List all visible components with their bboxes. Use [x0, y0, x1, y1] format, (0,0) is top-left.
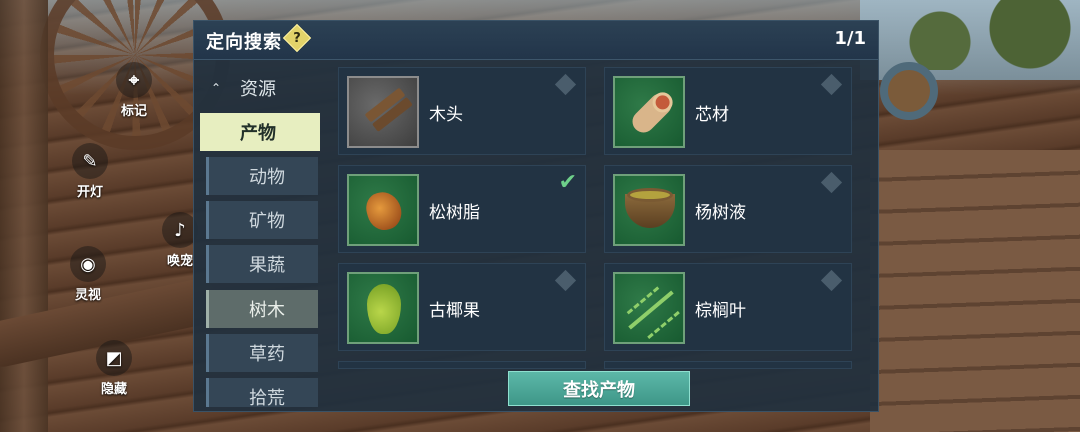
category-sidebar: ⌃ 资源 产物 动物 矿物 果蔬 树木 草药 拾荒 — [200, 65, 320, 407]
category-group-label: 资源 — [240, 79, 276, 100]
checkmark-icon: ✔ — [558, 170, 577, 195]
category-minerals[interactable]: 矿物 — [206, 201, 318, 239]
product-card-heartwood[interactable]: 芯材 — [604, 67, 852, 155]
product-card-partial — [604, 361, 852, 369]
question-icon: ? — [293, 30, 301, 46]
category-label: 动物 — [249, 167, 285, 188]
panel-title: 定向搜索 — [206, 32, 282, 53]
product-name: 木头 — [429, 105, 463, 125]
diamond-icon — [554, 269, 577, 292]
hide-icon: ◩ — [96, 340, 132, 376]
category-products[interactable]: 产物 — [200, 113, 320, 151]
directed-search-panel: 定向搜索 ? 1/1 ⌃ 资源 产物 动物 矿物 果蔬 树木 草药 拾荒 木头 … — [193, 20, 879, 412]
product-name: 芯材 — [695, 105, 729, 125]
product-name: 松树脂 — [429, 203, 480, 223]
wood-icon — [347, 76, 419, 148]
product-card-palm-leaf[interactable]: 棕榈叶 — [604, 263, 852, 351]
chevron-up-icon: ⌃ — [211, 81, 222, 95]
category-label: 草药 — [249, 344, 285, 365]
diamond-icon — [820, 73, 843, 96]
diamond-icon — [820, 269, 843, 292]
category-label: 产物 — [240, 123, 276, 144]
camera-icon: ◉ — [70, 246, 106, 282]
category-herbs[interactable]: 草药 — [206, 334, 318, 372]
poplar-sap-icon — [613, 174, 685, 246]
product-name: 棕榈叶 — [695, 301, 746, 321]
background-wheel-ornament — [880, 62, 938, 120]
product-card-pine-resin[interactable]: 松树脂 ✔ — [338, 165, 586, 253]
spirit-vision-button[interactable]: ◉ 灵视 — [70, 246, 106, 303]
map-pin-icon: ⌖ — [116, 62, 152, 98]
category-label: 果蔬 — [249, 255, 285, 276]
category-fruits-vegetables[interactable]: 果蔬 — [206, 245, 318, 283]
pine-resin-icon — [347, 174, 419, 246]
category-trees[interactable]: 树木 — [206, 290, 318, 328]
category-label: 矿物 — [249, 211, 285, 232]
background-pole — [0, 0, 48, 432]
light-button[interactable]: ✎ 开灯 — [72, 143, 108, 200]
light-label: 开灯 — [76, 185, 103, 200]
mark-button[interactable]: ⌖ 标记 — [116, 62, 152, 119]
product-card-wood[interactable]: 木头 — [338, 67, 586, 155]
hide-label: 隐藏 — [100, 382, 127, 397]
product-card-partial — [338, 361, 586, 369]
product-card-ancient-coconut[interactable]: 古椰果 — [338, 263, 586, 351]
call-pet-label: 唤宠 — [166, 254, 193, 269]
torch-icon: ✎ — [72, 143, 108, 179]
hide-ui-button[interactable]: ◩ 隐藏 — [96, 340, 132, 397]
background-trees — [880, 0, 1080, 70]
find-product-button[interactable]: 查找产物 — [508, 371, 690, 406]
category-scavenge[interactable]: 拾荒 — [206, 378, 318, 407]
product-name: 古椰果 — [429, 301, 480, 321]
product-card-poplar-sap[interactable]: 杨树液 — [604, 165, 852, 253]
category-label: 拾荒 — [249, 388, 285, 407]
panel-title-bar: 定向搜索 ? 1/1 — [194, 21, 878, 60]
category-group-resources[interactable]: ⌃ 资源 — [200, 69, 320, 107]
background-deck — [870, 150, 1080, 432]
heartwood-icon — [613, 76, 685, 148]
diamond-icon — [820, 171, 843, 194]
ancient-coconut-icon — [347, 272, 419, 344]
product-name: 杨树液 — [695, 203, 746, 223]
mark-label: 标记 — [120, 104, 147, 119]
product-grid: 木头 芯材 松树脂 ✔ 杨树液 古椰果 棕榈叶 — [338, 65, 852, 371]
category-label: 树木 — [249, 300, 285, 321]
palm-leaf-icon — [613, 272, 685, 344]
spirit-vision-label: 灵视 — [74, 288, 101, 303]
diamond-icon — [554, 73, 577, 96]
help-button[interactable]: ? — [282, 23, 312, 53]
category-animals[interactable]: 动物 — [206, 157, 318, 195]
page-indicator: 1/1 — [834, 28, 866, 49]
